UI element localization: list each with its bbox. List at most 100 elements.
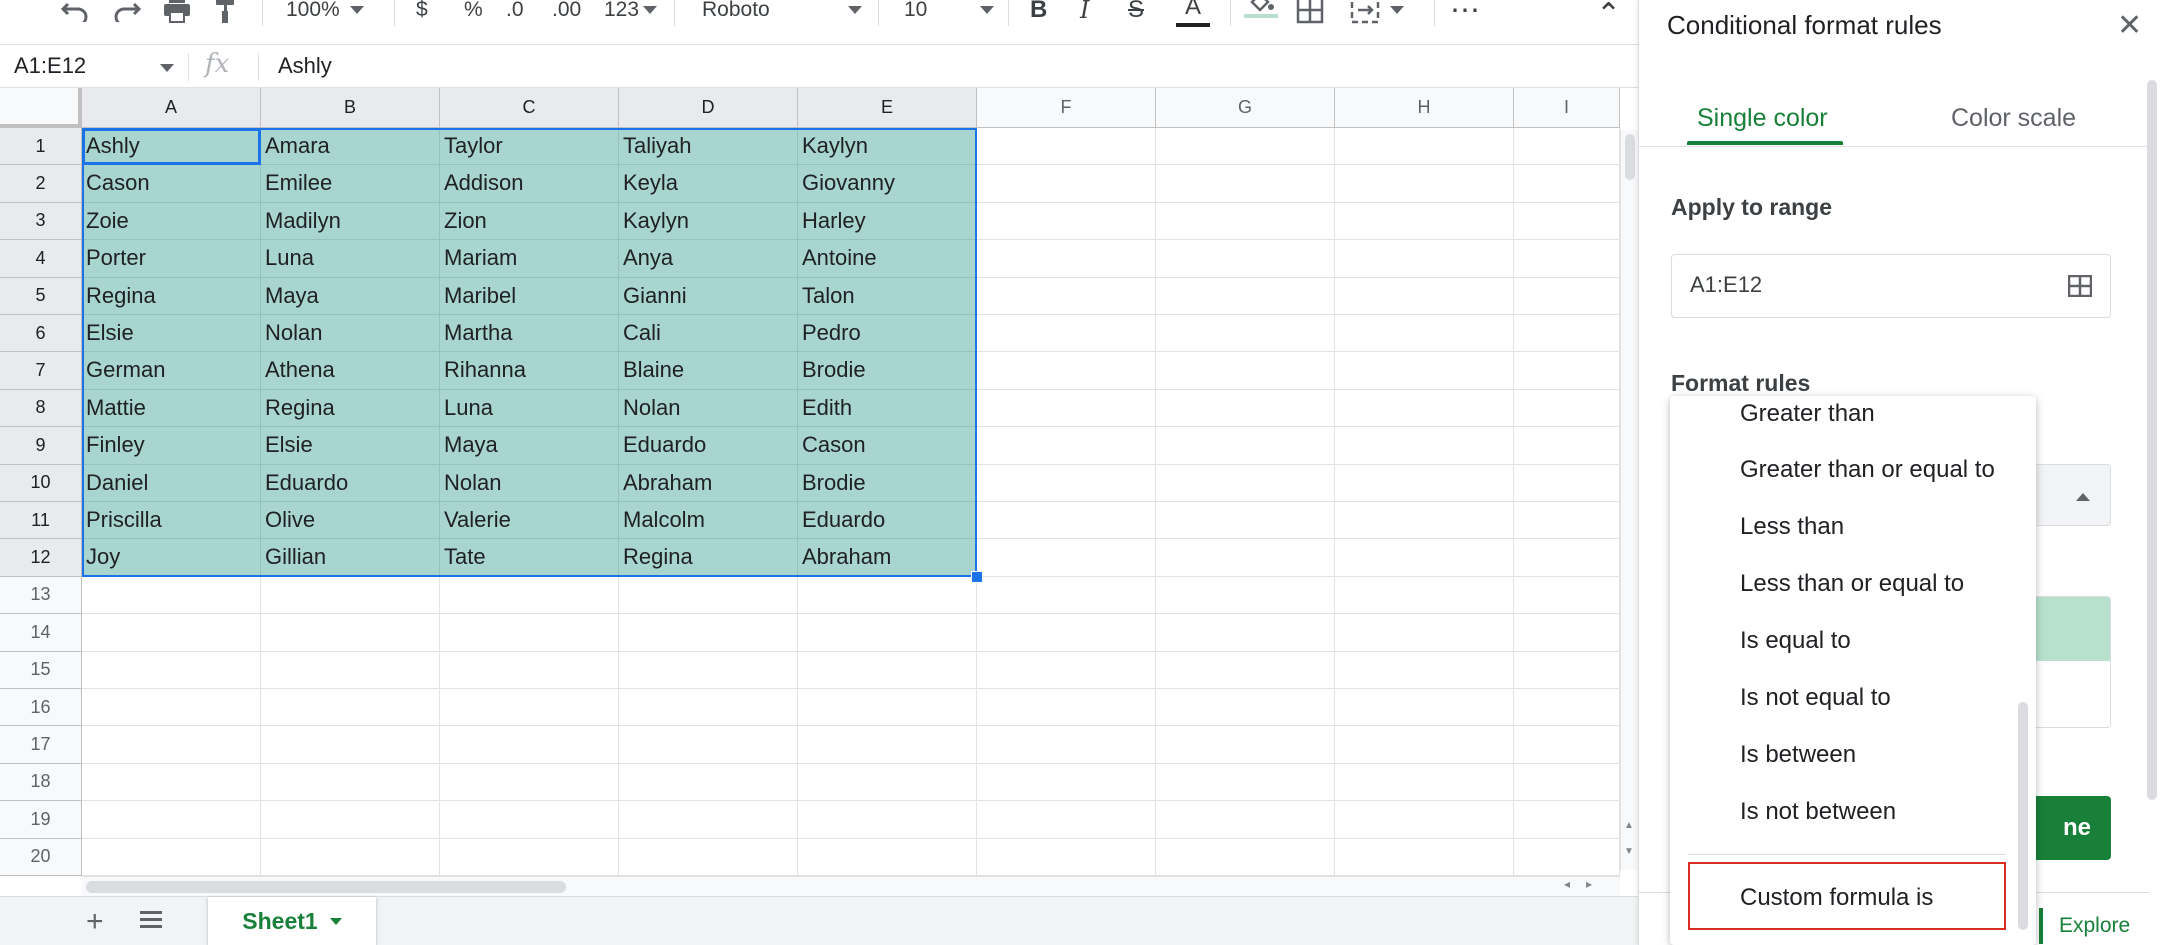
cell[interactable] <box>261 651 440 689</box>
cell[interactable] <box>977 614 1156 652</box>
cell[interactable] <box>977 240 1156 278</box>
cell[interactable] <box>977 277 1156 315</box>
row-header[interactable]: 12 <box>0 539 82 577</box>
row-header[interactable]: 20 <box>0 838 82 876</box>
cell[interactable]: Priscilla <box>82 502 261 540</box>
percent-button[interactable]: % <box>464 0 483 28</box>
cell[interactable]: Gillian <box>261 539 440 577</box>
cell[interactable] <box>977 352 1156 390</box>
cell[interactable] <box>1156 763 1335 802</box>
select-all-corner[interactable] <box>0 88 82 128</box>
cell[interactable]: Kaylyn <box>619 202 798 241</box>
cell[interactable] <box>798 614 977 652</box>
column-header[interactable]: E <box>798 88 977 128</box>
cell[interactable] <box>82 689 261 727</box>
row-header[interactable]: 6 <box>0 315 82 353</box>
cell[interactable]: Harley <box>798 202 977 241</box>
cell[interactable]: Abraham <box>798 539 977 577</box>
cell[interactable] <box>977 202 1156 241</box>
cell[interactable] <box>1335 651 1514 689</box>
cell[interactable]: Brodie <box>798 352 977 390</box>
panel-scrollbar[interactable] <box>2147 80 2157 800</box>
cell[interactable] <box>1156 352 1335 390</box>
cell[interactable] <box>1514 576 1620 615</box>
cell[interactable]: Emilee <box>261 165 440 203</box>
cell[interactable] <box>1514 165 1620 203</box>
name-box[interactable]: A1:E12 <box>14 53 86 79</box>
cell[interactable]: Anya <box>619 240 798 278</box>
cell[interactable] <box>619 651 798 689</box>
cell[interactable]: Ashly <box>82 128 261 166</box>
cell[interactable] <box>1514 128 1620 166</box>
cell[interactable]: Brodie <box>798 464 977 502</box>
cell[interactable]: Addison <box>440 165 619 203</box>
row-header[interactable]: 8 <box>0 389 82 428</box>
bold-button[interactable]: B <box>1030 0 1047 28</box>
cell[interactable] <box>1156 240 1335 278</box>
cell[interactable] <box>977 838 1156 876</box>
cell[interactable] <box>440 726 619 764</box>
cell[interactable]: Madilyn <box>261 202 440 241</box>
column-header[interactable]: C <box>440 88 619 128</box>
close-icon[interactable]: ✕ <box>2117 8 2142 43</box>
row-header[interactable]: 5 <box>0 277 82 315</box>
row-header[interactable]: 7 <box>0 352 82 390</box>
cell[interactable] <box>1156 614 1335 652</box>
cell[interactable]: Amara <box>261 128 440 166</box>
cell[interactable] <box>977 389 1156 428</box>
scroll-thumb[interactable] <box>86 881 566 893</box>
scroll-thumb[interactable] <box>1625 134 1635 180</box>
cell[interactable] <box>1156 128 1335 166</box>
cell[interactable] <box>619 838 798 876</box>
cell[interactable] <box>977 502 1156 540</box>
tab-single-color[interactable]: Single color <box>1697 104 1828 133</box>
cell[interactable]: Blaine <box>619 352 798 390</box>
cell[interactable] <box>261 614 440 652</box>
cell[interactable] <box>1335 539 1514 577</box>
row-header[interactable]: 16 <box>0 689 82 727</box>
cell[interactable] <box>1156 277 1335 315</box>
cell[interactable]: Gianni <box>619 277 798 315</box>
row-header[interactable]: 15 <box>0 651 82 689</box>
cell[interactable] <box>82 838 261 876</box>
cell[interactable] <box>440 763 619 802</box>
cell[interactable]: Luna <box>261 240 440 278</box>
cell[interactable] <box>1156 427 1335 465</box>
cell[interactable]: Zoie <box>82 202 261 241</box>
cell[interactable] <box>1335 689 1514 727</box>
menu-item-is-not-between[interactable]: Is not between <box>1740 798 1896 826</box>
row-header[interactable]: 2 <box>0 165 82 203</box>
cell[interactable] <box>82 614 261 652</box>
cell[interactable]: Elsie <box>82 315 261 353</box>
cell[interactable] <box>1335 315 1514 353</box>
chevron-down-icon[interactable] <box>329 918 342 925</box>
menu-item-is-between[interactable]: Is between <box>1740 741 1856 769</box>
cell[interactable]: Antoine <box>798 240 977 278</box>
merge-cells-button[interactable] <box>1350 0 1404 28</box>
column-header[interactable]: D <box>619 88 798 128</box>
cell[interactable] <box>1156 689 1335 727</box>
cell[interactable] <box>1514 352 1620 390</box>
cell[interactable] <box>440 614 619 652</box>
cell[interactable] <box>1514 315 1620 353</box>
formula-input[interactable]: Ashly <box>278 53 332 79</box>
cell[interactable] <box>1335 240 1514 278</box>
row-header[interactable]: 4 <box>0 240 82 278</box>
cell[interactable] <box>1335 352 1514 390</box>
cell[interactable]: Edith <box>798 389 977 428</box>
cell[interactable]: Regina <box>261 389 440 428</box>
cell[interactable] <box>1514 389 1620 428</box>
cell[interactable]: Tate <box>440 539 619 577</box>
cell[interactable]: Finley <box>82 427 261 465</box>
cell[interactable] <box>1514 464 1620 502</box>
cell[interactable]: Eduardo <box>798 502 977 540</box>
cell[interactable] <box>977 763 1156 802</box>
cell[interactable] <box>440 689 619 727</box>
number-format-select[interactable]: 123 <box>604 0 658 28</box>
strikethrough-button[interactable]: S <box>1128 0 1144 28</box>
row-header[interactable]: 18 <box>0 763 82 802</box>
cell[interactable]: Maya <box>261 277 440 315</box>
cell[interactable] <box>1514 726 1620 764</box>
cell[interactable]: Maribel <box>440 277 619 315</box>
cell[interactable]: Nolan <box>261 315 440 353</box>
